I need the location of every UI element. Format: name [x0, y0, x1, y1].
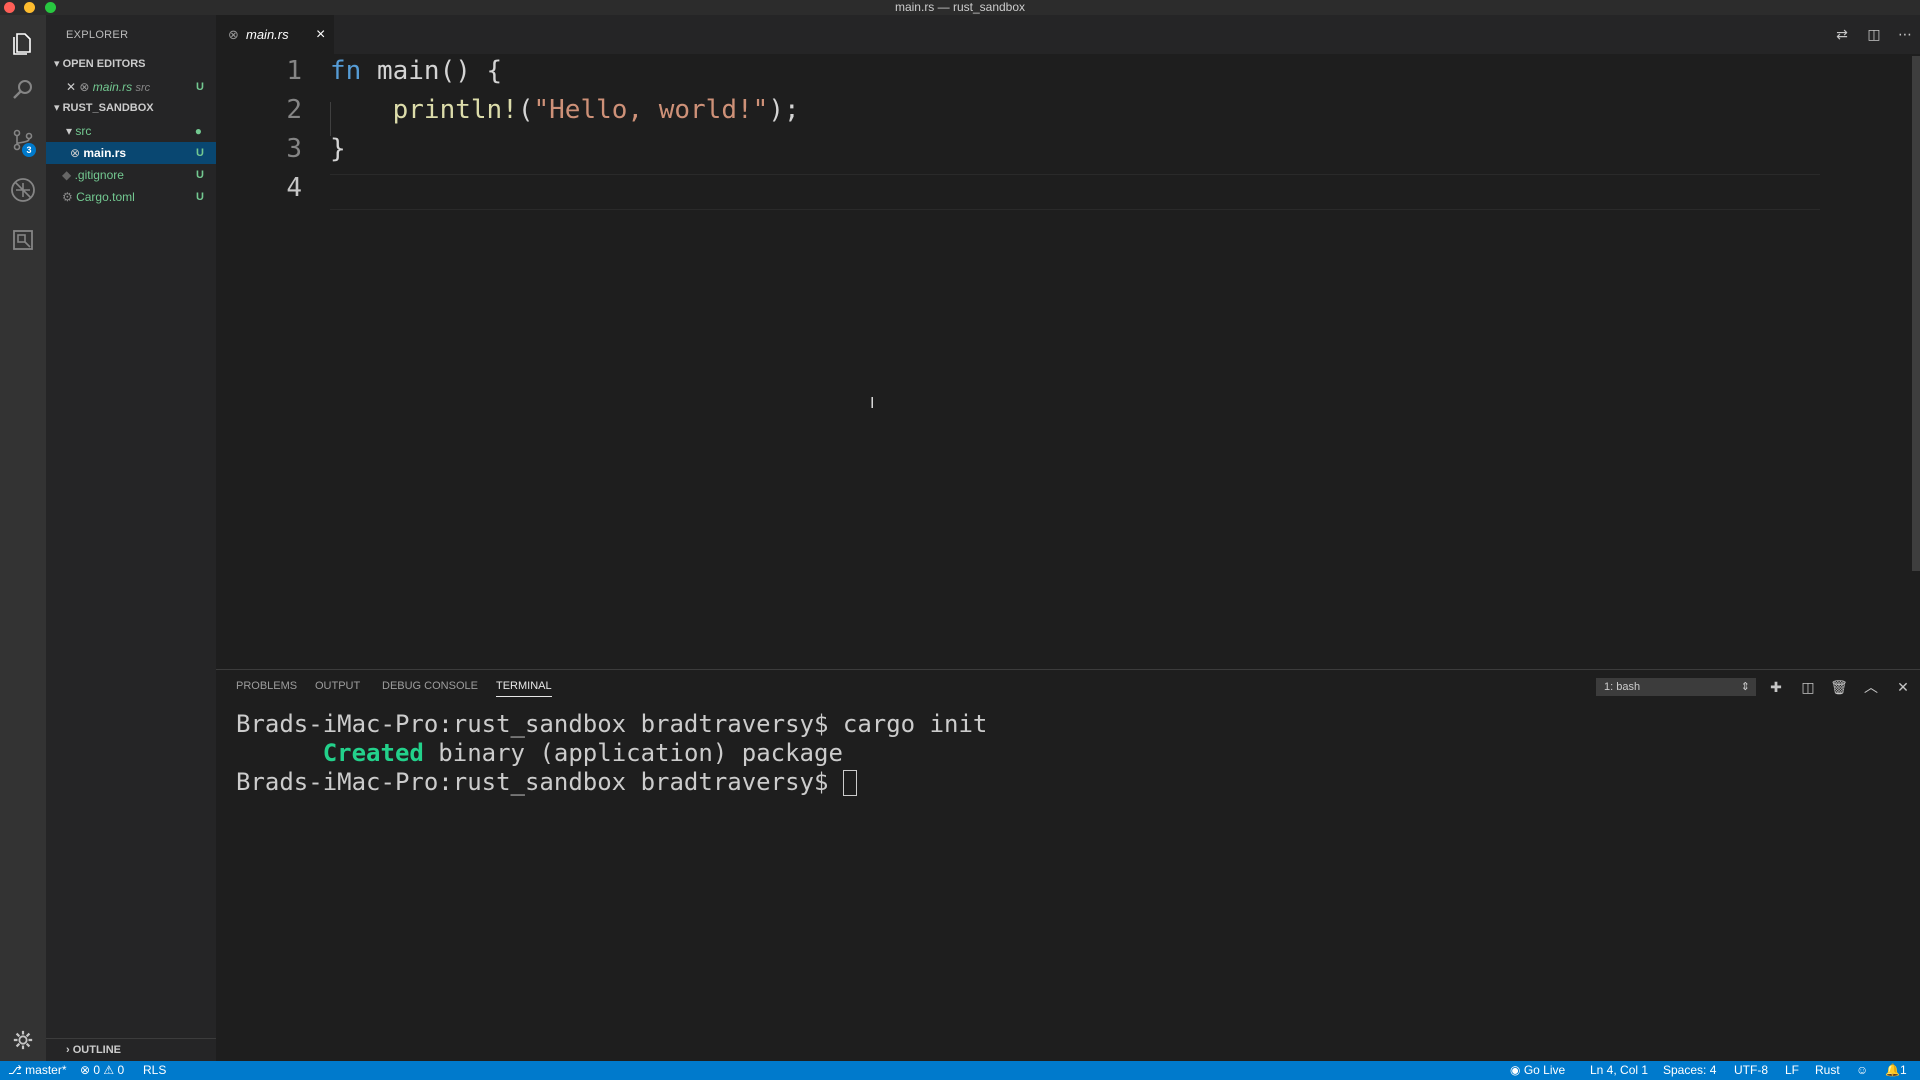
explorer-sidebar: EXPLORER ▾ OPEN EDITORS ✕ ⊗ main.rs src … — [46, 15, 216, 1061]
branch-status[interactable]: ⎇ master* — [8, 1061, 67, 1080]
code-editor[interactable]: 1 2 3 4 fn main() { println!("Hello, wor… — [216, 54, 1920, 669]
chevron-right-icon: › — [66, 1044, 73, 1056]
rust-file-icon: ⊗ — [70, 146, 84, 160]
tree-item-cargo-toml[interactable]: ⚙ Cargo.toml U — [46, 186, 216, 208]
gear-icon[interactable] — [8, 1025, 38, 1055]
rust-file-icon: ⊗ — [228, 27, 239, 42]
encoding-status[interactable]: UTF-8 — [1734, 1061, 1768, 1080]
trash-icon[interactable]: 🗑 — [1830, 678, 1848, 696]
tree-item-src[interactable]: ▾ src ● — [46, 120, 216, 142]
open-editors-section[interactable]: ▾ OPEN EDITORS — [46, 54, 216, 74]
project-section[interactable]: ▾ RUST_SANDBOX — [46, 98, 216, 118]
language-status[interactable]: Rust — [1815, 1061, 1840, 1080]
open-changes-icon[interactable]: ⇄ — [1833, 25, 1851, 43]
line-number: 4 — [286, 173, 302, 203]
tree-item-main-rs[interactable]: ⊗ main.rs U — [46, 142, 216, 164]
bottom-panel: PROBLEMS OUTPUT DEBUG CONSOLE TERMINAL 1… — [216, 669, 1920, 1061]
warning-icon: ⚠ — [103, 1063, 118, 1077]
scm-badge: 3 — [22, 143, 36, 157]
open-editor-item[interactable]: ✕ ⊗ main.rs src U — [46, 76, 216, 98]
code-line: println!("Hello, world!"); — [330, 95, 800, 125]
chevron-down-icon: ▾ — [54, 102, 63, 114]
git-branch-icon: ⎇ — [8, 1063, 26, 1077]
activity-bar: 3 — [0, 15, 46, 1061]
terminal-line: Created binary (application) package — [322, 739, 843, 767]
eol-status[interactable]: LF — [1785, 1061, 1799, 1080]
extensions-icon[interactable] — [8, 225, 38, 255]
status-bar: ⎇ master* ⊗ 0 ⚠ 0 RLS ◉ Go Live Ln 4, Co… — [0, 1061, 1920, 1080]
modified-dot-icon: ● — [194, 124, 202, 138]
editor-tab-bar: ⊗ main.rs × ⇄ ◫ ⋯ — [216, 15, 1920, 54]
code-line: } — [330, 134, 346, 164]
terminal-line: Brads-iMac-Pro:rust_sandbox bradtraversy… — [236, 710, 988, 738]
terminal-select[interactable]: 1: bash ⇕ — [1596, 678, 1756, 696]
tab-debug-console[interactable]: DEBUG CONSOLE — [382, 680, 478, 692]
indent-guide — [330, 102, 331, 136]
close-icon[interactable]: ✕ — [66, 80, 79, 94]
tab-problems[interactable]: PROBLEMS — [236, 680, 297, 692]
split-terminal-icon[interactable]: ◫ — [1799, 678, 1817, 696]
new-terminal-icon[interactable]: ✚ — [1767, 678, 1785, 696]
chevron-up-icon[interactable]: ︿ — [1862, 678, 1880, 696]
feedback-icon[interactable]: ☺ — [1856, 1061, 1868, 1080]
problems-status[interactable]: ⊗ 0 ⚠ 0 — [80, 1061, 124, 1080]
more-actions-icon[interactable]: ⋯ — [1896, 25, 1914, 43]
code-line: fn main() { — [330, 56, 503, 86]
rust-file-icon: ⊗ — [79, 80, 93, 94]
git-file-icon: ◆ — [62, 168, 75, 182]
sidebar-title: EXPLORER — [66, 29, 129, 41]
explorer-icon[interactable] — [8, 29, 38, 59]
close-tab-button[interactable]: × — [316, 15, 325, 54]
current-line-highlight — [330, 174, 1820, 210]
tab-main-rs[interactable]: ⊗ main.rs × — [216, 15, 334, 54]
outline-section[interactable]: › OUTLINE — [46, 1038, 216, 1060]
notifications-status[interactable]: 🔔1 — [1885, 1061, 1907, 1080]
tree-item-gitignore[interactable]: ◆ .gitignore U — [46, 164, 216, 186]
gear-icon: ⚙ — [62, 190, 77, 204]
window-title: main.rs — rust_sandbox — [894, 0, 1026, 14]
bell-icon: 🔔 — [1885, 1063, 1900, 1077]
search-icon[interactable] — [8, 75, 38, 105]
chevron-down-icon: ▾ — [54, 58, 63, 70]
rls-status[interactable]: RLS — [143, 1061, 166, 1080]
go-live-button[interactable]: ◉ Go Live — [1510, 1061, 1565, 1080]
close-window-button[interactable] — [4, 2, 15, 13]
maximize-window-button[interactable] — [45, 2, 56, 13]
chevron-updown-icon: ⇕ — [1740, 681, 1750, 693]
minimize-window-button[interactable] — [24, 2, 35, 13]
terminal-line[interactable]: Brads-iMac-Pro:rust_sandbox bradtraversy… — [236, 768, 857, 796]
debug-icon[interactable] — [8, 175, 38, 205]
close-panel-icon[interactable]: ✕ — [1894, 678, 1912, 696]
editor-scrollbar[interactable] — [1912, 56, 1920, 571]
split-editor-icon[interactable]: ◫ — [1865, 25, 1883, 43]
line-number: 1 — [286, 56, 302, 86]
line-number: 3 — [286, 134, 302, 164]
tab-output[interactable]: OUTPUT — [315, 680, 360, 692]
error-icon: ⊗ — [80, 1063, 94, 1077]
cursor-position[interactable]: Ln 4, Col 1 — [1590, 1061, 1648, 1080]
title-bar: main.rs — rust_sandbox — [0, 0, 1920, 15]
tab-terminal[interactable]: TERMINAL — [496, 680, 552, 697]
indentation-status[interactable]: Spaces: 4 — [1663, 1061, 1716, 1080]
terminal-cursor — [842, 770, 857, 796]
chevron-down-icon: ▾ — [66, 124, 76, 138]
broadcast-icon: ◉ — [1510, 1063, 1524, 1077]
line-number: 2 — [286, 95, 302, 125]
text-cursor-icon: I — [870, 395, 875, 412]
